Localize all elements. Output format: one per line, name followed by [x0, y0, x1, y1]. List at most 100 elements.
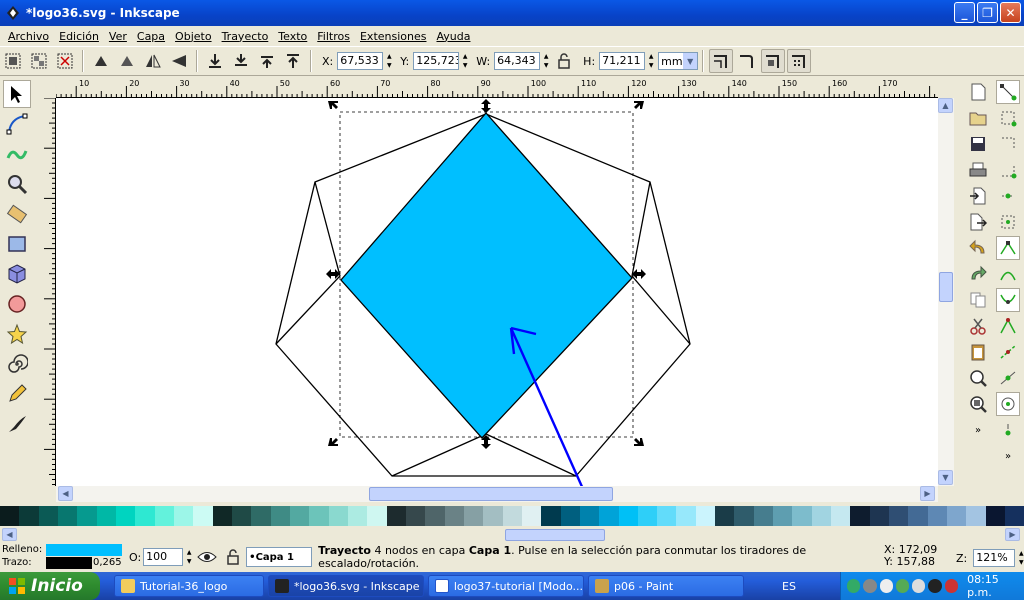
eye-icon[interactable] — [196, 546, 218, 568]
palette-swatch[interactable] — [966, 506, 986, 526]
minimize-button[interactable]: _ — [954, 2, 975, 23]
snap-cusp-nodes-icon[interactable] — [996, 314, 1020, 338]
raise-to-top-icon[interactable] — [282, 50, 304, 72]
palette-swatch[interactable] — [212, 506, 232, 526]
palette-swatch[interactable] — [405, 506, 426, 526]
horizontal-scrollbar[interactable]: ◀ ▶ — [56, 486, 938, 502]
snap-bbox-edge-icon[interactable] — [996, 132, 1020, 156]
menu-extensiones[interactable]: Extensiones — [360, 30, 427, 43]
menu-filtros[interactable]: Filtros — [317, 30, 350, 43]
star-tool[interactable] — [3, 320, 31, 348]
network-icon[interactable] — [847, 579, 861, 593]
menu-capa[interactable]: Capa — [137, 30, 165, 43]
palette-swatch[interactable] — [289, 506, 310, 526]
zoom-selection-icon[interactable] — [966, 366, 990, 390]
snap-bbox-corner-icon[interactable] — [996, 158, 1020, 182]
palette-swatch[interactable] — [985, 506, 1006, 526]
rectangle-tool[interactable] — [3, 230, 31, 258]
palette-swatch[interactable] — [270, 506, 290, 526]
palette-swatch[interactable] — [367, 506, 387, 526]
redo-icon[interactable] — [966, 262, 990, 286]
more-commands-icon[interactable]: » — [966, 418, 990, 442]
snap-enable-icon[interactable] — [996, 80, 1020, 104]
volume-icon[interactable] — [912, 579, 926, 593]
drawing-canvas[interactable] — [56, 98, 938, 486]
palette-swatch[interactable] — [521, 506, 542, 526]
palette-scroll-thumb[interactable] — [505, 529, 605, 541]
import-icon[interactable] — [966, 184, 990, 208]
node-tool[interactable] — [3, 110, 31, 138]
palette-swatch[interactable] — [560, 506, 580, 526]
snap-path-intersection-icon[interactable] — [996, 288, 1020, 312]
undo-icon[interactable] — [966, 236, 990, 260]
flip-vertical-icon[interactable] — [168, 50, 190, 72]
start-button[interactable]: Inicio — [0, 572, 100, 600]
language-indicator[interactable]: ES — [782, 580, 796, 593]
palette-swatch[interactable] — [251, 506, 271, 526]
copy-icon[interactable] — [966, 288, 990, 312]
palette-swatch[interactable] — [483, 506, 503, 526]
export-icon[interactable] — [966, 210, 990, 234]
vertical-scrollbar[interactable]: ▲ ▼ — [938, 98, 954, 486]
lower-to-bottom-icon[interactable] — [204, 50, 226, 72]
select-all-layers-icon[interactable] — [28, 50, 50, 72]
menu-edicion[interactable]: Edición — [59, 30, 99, 43]
x-spin-arrows[interactable]: ▲ ▼ — [384, 52, 394, 70]
palette-swatch[interactable] — [541, 506, 561, 526]
3d-box-tool[interactable] — [3, 260, 31, 288]
palette-swatch[interactable] — [753, 506, 774, 526]
palette-swatch[interactable] — [715, 506, 735, 526]
palette-swatch[interactable] — [57, 506, 78, 526]
menu-trayecto[interactable]: Trayecto — [222, 30, 269, 43]
palette-swatch[interactable] — [637, 506, 658, 526]
stroke-width-value[interactable]: 0,265 — [93, 557, 122, 568]
scroll-right-icon[interactable]: ▶ — [920, 486, 935, 501]
palette-swatch[interactable] — [425, 506, 445, 526]
palette-swatch[interactable] — [463, 506, 484, 526]
snap-nodes-icon[interactable] — [996, 236, 1020, 260]
pencil-tool[interactable] — [3, 380, 31, 408]
layer-select[interactable]: •Capa 1 — [246, 547, 313, 567]
palette-swatch[interactable] — [38, 506, 58, 526]
snap-bbox-midpoint-icon[interactable] — [996, 184, 1020, 208]
rotate-ccw-icon[interactable] — [90, 50, 112, 72]
palette-scroll-left-icon[interactable]: ◀ — [2, 528, 17, 541]
menu-ver[interactable]: Ver — [109, 30, 127, 43]
select-all-icon[interactable] — [2, 50, 24, 72]
network2-icon[interactable] — [863, 579, 877, 593]
vertical-scroll-thumb[interactable] — [939, 272, 953, 302]
spiral-tool[interactable] — [3, 350, 31, 378]
palette-scroll-right-icon[interactable]: ▶ — [1005, 528, 1020, 541]
cut-icon[interactable] — [966, 314, 990, 338]
palette-swatch[interactable] — [328, 506, 348, 526]
calligraphy-tool[interactable] — [3, 410, 31, 438]
paste-icon[interactable] — [966, 340, 990, 364]
palette-swatch[interactable] — [0, 506, 20, 526]
save-icon[interactable] — [966, 132, 990, 156]
shield-icon[interactable] — [944, 579, 959, 593]
zoom-drawing-icon[interactable] — [966, 392, 990, 416]
palette-swatch[interactable] — [676, 506, 696, 526]
move-patterns-toggle[interactable] — [787, 49, 812, 73]
palette-swatch[interactable] — [502, 506, 522, 526]
fill-stroke-indicator[interactable]: Relleno: Trazo: 0,265 — [0, 542, 125, 572]
rotate-cw-icon[interactable] — [116, 50, 138, 72]
palette-swatch[interactable] — [579, 506, 600, 526]
menu-archivo[interactable]: Archivo — [8, 30, 49, 43]
palette-swatch[interactable] — [908, 506, 928, 526]
snap-smooth-nodes-icon[interactable] — [996, 340, 1020, 364]
snap-rotation-center-icon[interactable] — [996, 418, 1020, 442]
palette-swatch[interactable] — [947, 506, 967, 526]
scroll-up-icon[interactable]: ▲ — [938, 98, 953, 113]
palette-swatch[interactable] — [792, 506, 812, 526]
info-icon[interactable] — [879, 579, 893, 593]
snap-paths-icon[interactable] — [996, 262, 1020, 286]
menu-texto[interactable]: Texto — [278, 30, 307, 43]
scroll-down-icon[interactable]: ▼ — [938, 470, 953, 485]
measure-tool[interactable] — [3, 200, 31, 228]
task-inkscape[interactable]: *logo36.svg - Inkscape — [268, 575, 424, 597]
opacity-input[interactable]: 100 — [143, 548, 184, 566]
ellipse-tool[interactable] — [3, 290, 31, 318]
palette-scrollbar[interactable]: ◀ ▶ — [0, 528, 1024, 542]
palette-swatch[interactable] — [347, 506, 368, 526]
